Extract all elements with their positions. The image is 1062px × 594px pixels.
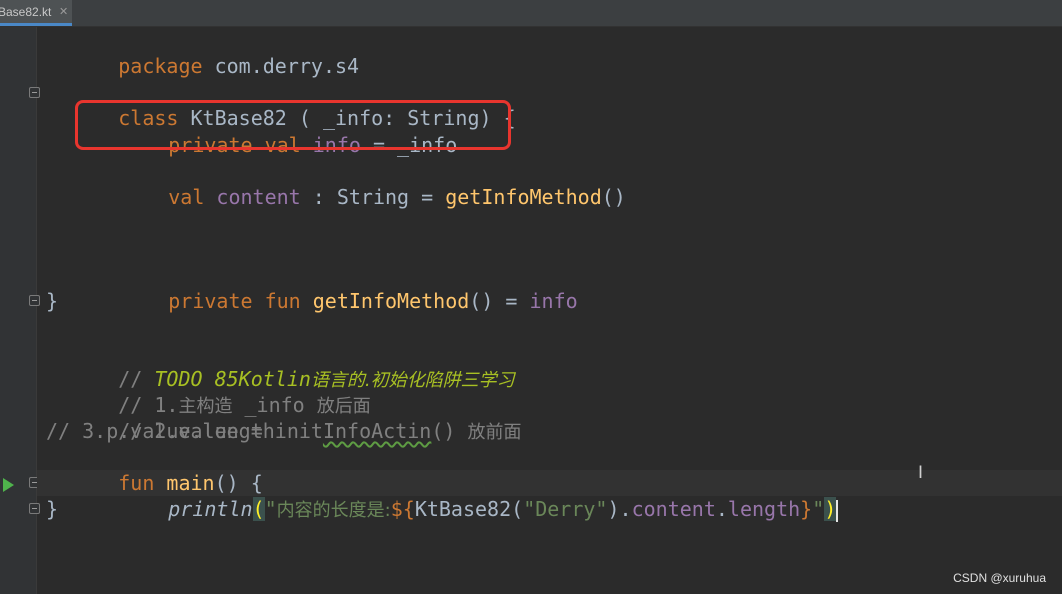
string-arg: "Derry" <box>523 497 608 521</box>
string-text-cn: 内容的长度是: <box>276 500 391 521</box>
type-annotation: : String = <box>300 185 446 209</box>
constructor-call: KtBase82( <box>414 497 524 521</box>
text-caret <box>836 499 839 522</box>
fold-marker-icon[interactable] <box>29 87 40 98</box>
editor-window: Base82.kt ✕ package com.derry.s4 class K… <box>0 0 1062 594</box>
comment-line: // 3.p.value.length <box>46 419 275 443</box>
code-line: } <box>46 289 59 313</box>
keyword-fun: fun <box>252 289 301 313</box>
function-call: getInfoMethod <box>445 185 602 209</box>
fold-marker-icon[interactable] <box>29 503 40 514</box>
keyword-val: val <box>168 185 205 209</box>
string-quote: " <box>812 497 825 521</box>
println-call: println <box>168 497 253 521</box>
tab-ktbase82[interactable]: Base82.kt ✕ <box>0 0 72 26</box>
template-close: } <box>800 497 813 521</box>
call-dot: ). <box>607 497 632 521</box>
call-dot: . <box>715 497 728 521</box>
template-open: ${ <box>390 497 415 521</box>
comment-text: () <box>431 419 468 443</box>
code-line: } <box>46 497 59 521</box>
tab-label: Base82.kt <box>0 5 52 19</box>
string-quote: " <box>264 497 277 521</box>
text-cursor-icon: I <box>918 463 924 483</box>
typo-underlined-word: InfoActin <box>322 419 432 443</box>
run-gutter-icon[interactable] <box>3 478 14 492</box>
property-length: length <box>727 497 801 521</box>
fold-marker-icon[interactable] <box>29 295 40 306</box>
code-line: private fun getInfoMethod() = info <box>96 262 577 313</box>
close-icon[interactable]: ✕ <box>59 0 68 23</box>
watermark: CSDN @xuruhua <box>953 571 1046 585</box>
function-name: getInfoMethod <box>300 289 470 313</box>
code-line: val content : String = getInfoMethod() <box>96 158 626 209</box>
comment-line: // 1.主构造 _info 放后面 <box>46 366 371 417</box>
keyword-private: private <box>168 289 253 313</box>
code-line: package com.derry.s4 <box>46 27 359 78</box>
property-content: content <box>631 497 716 521</box>
package-name: com.derry.s4 <box>202 54 360 78</box>
function-body: () = <box>469 289 530 313</box>
comment-line: // 2.value = initInfoActin() 放前面 <box>46 392 521 443</box>
code-line-current: println("内容的长度是:${KtBase82("Derry").cont… <box>96 470 839 522</box>
red-annotation-box <box>75 100 511 150</box>
comment-text-cn: 放前面 <box>467 422 522 443</box>
matched-paren: ( <box>252 497 265 521</box>
code-line: fun main() { <box>46 444 263 495</box>
matched-paren: ) <box>824 497 837 521</box>
property-ref: info <box>529 289 578 313</box>
comment-line: // TODO 85Kotlin语言的.初始化陷阱三学习 <box>46 340 514 391</box>
property-content: content <box>204 185 301 209</box>
call-parens: () <box>601 185 626 209</box>
editor-tab-bar: Base82.kt ✕ <box>0 0 1062 27</box>
keyword-package: package <box>118 54 203 78</box>
editor-gutter <box>0 27 40 594</box>
